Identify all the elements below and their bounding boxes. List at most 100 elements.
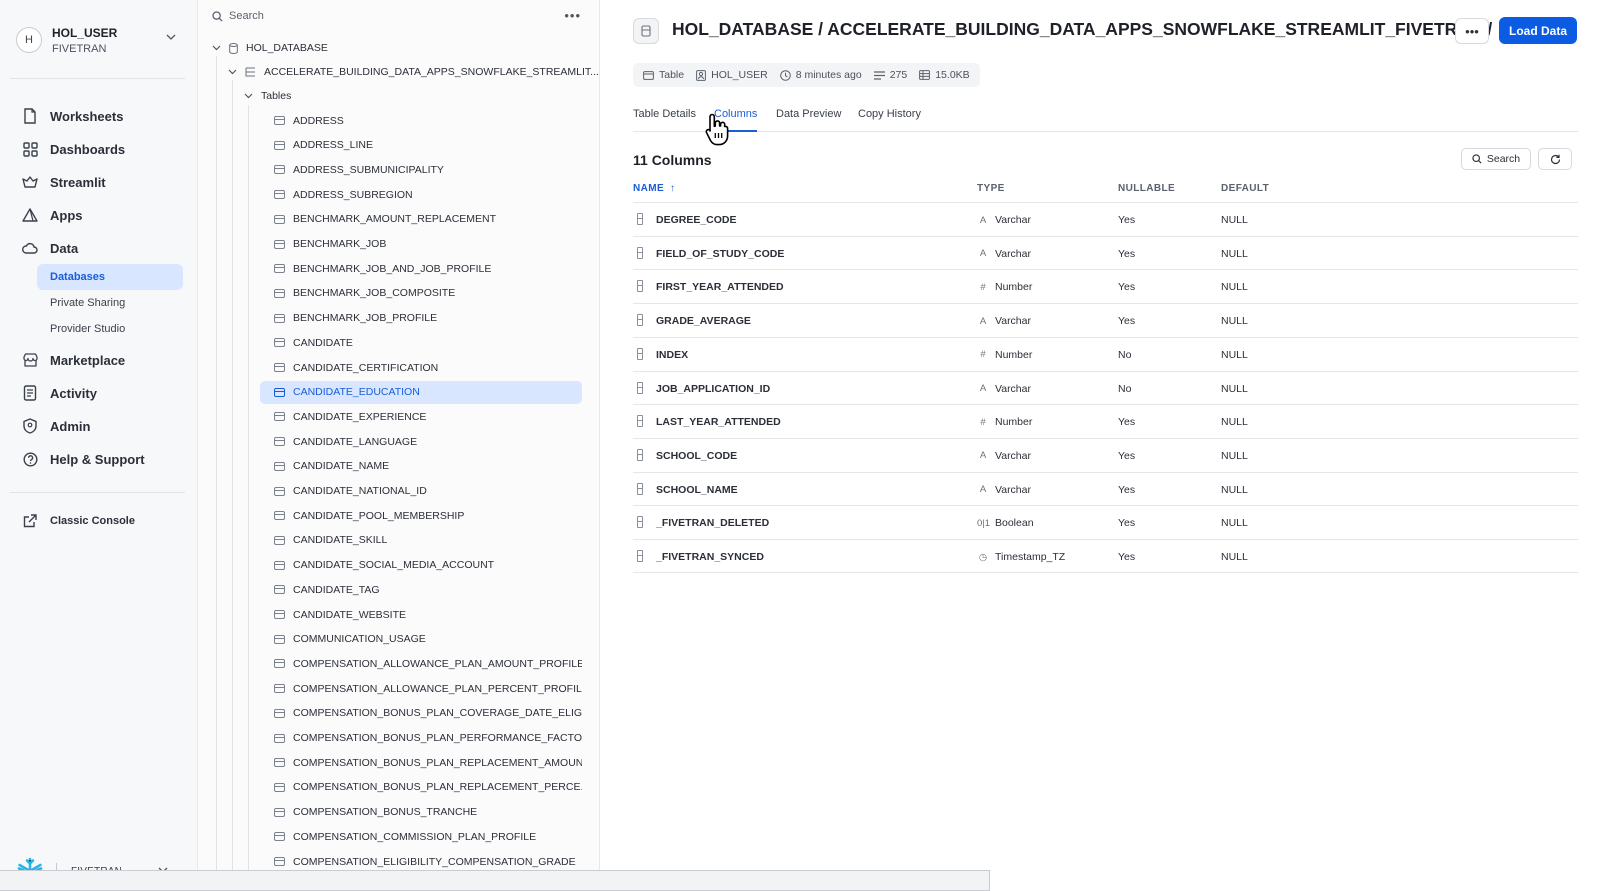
chevron-down-icon[interactable] <box>228 69 237 75</box>
sort-ascending-icon[interactable]: ↑ <box>670 183 675 194</box>
table-row[interactable]: INDEX # Number No NULL <box>633 336 1578 371</box>
tree-table-item[interactable]: BENCHMARK_JOB_PROFILE <box>260 307 582 330</box>
tree-table-item[interactable]: BENCHMARK_JOB <box>260 233 582 256</box>
nav-item-dashboards[interactable]: Dashboards <box>22 136 182 162</box>
nav-item-data[interactable]: Data <box>22 235 182 261</box>
nav-item-apps[interactable]: Apps <box>22 202 182 228</box>
table-icon <box>274 610 285 619</box>
table-row[interactable]: LAST_YEAR_ATTENDED # Number Yes NULL <box>633 404 1578 438</box>
tree-tables-folder[interactable]: Tables <box>244 85 291 107</box>
header-nullable[interactable]: NULLABLE <box>1118 183 1175 194</box>
tab-data-preview[interactable]: Data Preview <box>776 108 841 132</box>
drag-handle-icon[interactable] <box>637 381 643 394</box>
table-icon <box>274 782 285 792</box>
tree-schema[interactable]: ACCELERATE_BUILDING_DATA_APPS_SNOWFLAKE_… <box>228 61 599 83</box>
tree-table-label: CANDIDATE_EDUCATION <box>293 386 420 399</box>
load-data-button[interactable]: Load Data <box>1499 17 1577 44</box>
table-row[interactable]: _FIVETRAN_DELETED 0|1 Boolean Yes NULL <box>633 505 1578 539</box>
tree-table-item[interactable]: ADDRESS_SUBREGION <box>260 183 582 206</box>
table-row[interactable]: FIELD_OF_STUDY_CODE A Varchar Yes NULL <box>633 235 1578 270</box>
tree-table-label: CANDIDATE_NATIONAL_ID <box>293 485 427 497</box>
meta-updated: 8 minutes ago <box>779 69 862 81</box>
nav-item-marketplace[interactable]: Marketplace <box>22 347 182 373</box>
tree-table-item[interactable]: CANDIDATE_NAME <box>260 455 582 478</box>
tree-table-item[interactable]: ADDRESS_SUBMUNICIPALITY <box>260 158 582 181</box>
tree-table-item[interactable]: BENCHMARK_AMOUNT_REPLACEMENT <box>260 208 582 231</box>
explorer-search-input[interactable]: Search <box>212 6 582 26</box>
column-type-label: Number <box>995 281 1033 294</box>
drag-handle-icon[interactable] <box>637 213 643 225</box>
nav-item-help-support[interactable]: Help & Support <box>22 446 182 472</box>
refresh-button[interactable] <box>1538 148 1572 170</box>
tree-table-item[interactable]: COMMUNICATION_USAGE <box>260 628 582 651</box>
header-name[interactable]: NAME ↑ <box>633 183 675 194</box>
tree-table-item[interactable]: CANDIDATE_CERTIFICATION <box>260 356 582 379</box>
chevron-down-icon[interactable] <box>212 45 221 51</box>
breadcrumb[interactable]: HOL_DATABASE / ACCELERATE_BUILDING_DATA_… <box>672 19 1492 40</box>
nav-item-worksheets[interactable]: Worksheets <box>22 103 182 129</box>
table-icon <box>274 733 285 743</box>
table-icon <box>274 758 285 768</box>
table-row[interactable]: JOB_APPLICATION_ID A Varchar No NULL <box>633 370 1578 405</box>
tree-table-item[interactable]: COMPENSATION_ALLOWANCE_PLAN_PERCENT_PROF… <box>260 677 582 700</box>
tree-table-item[interactable]: ADDRESS <box>260 109 582 132</box>
drag-handle-icon[interactable] <box>637 314 643 327</box>
tree-table-item[interactable]: CANDIDATE_TAG <box>260 578 582 601</box>
tree-table-item[interactable]: CANDIDATE_SKILL <box>260 529 582 552</box>
table-row[interactable]: FIRST_YEAR_ATTENDED # Number Yes NULL <box>633 269 1578 303</box>
classic-console-link[interactable]: Classic Console <box>22 508 182 534</box>
tree-table-item[interactable]: COMPENSATION_COMMISSION_PLAN_PROFILE <box>260 825 582 848</box>
tree-table-item[interactable]: ADDRESS_LINE <box>260 134 582 157</box>
nav-item-admin[interactable]: Admin <box>22 413 182 439</box>
chevron-down-icon[interactable] <box>166 32 176 43</box>
tree-table-item[interactable]: COMPENSATION_BONUS_PLAN_PERFORMANCE_FACT… <box>260 727 582 750</box>
tree-table-item[interactable]: CANDIDATE_NATIONAL_ID <box>260 480 582 503</box>
table-row[interactable]: DEGREE_CODE A Varchar Yes NULL <box>633 202 1578 236</box>
header-default[interactable]: DEFAULT <box>1221 183 1269 194</box>
tree-table-item[interactable]: CANDIDATE <box>260 331 582 354</box>
tree-table-item[interactable]: CANDIDATE_POOL_MEMBERSHIP <box>260 504 582 527</box>
drag-handle-icon[interactable] <box>637 550 643 562</box>
tree-table-item[interactable]: CANDIDATE_EDUCATION <box>260 380 582 404</box>
tree-table-item[interactable]: CANDIDATE_EXPERIENCE <box>260 405 582 428</box>
tree-database[interactable]: HOL_DATABASE <box>212 37 328 59</box>
nav-sub-databases[interactable]: Databases <box>37 264 183 290</box>
drag-handle-icon[interactable] <box>637 482 643 495</box>
tab-copy-history[interactable]: Copy History <box>858 108 921 132</box>
meta-rows-label: 275 <box>889 69 908 81</box>
tree-table-item[interactable]: BENCHMARK_JOB_COMPOSITE <box>260 282 582 305</box>
more-options-icon[interactable]: ••• <box>564 8 581 23</box>
nav-sub-private-sharing[interactable]: Private Sharing <box>37 290 183 316</box>
table-row[interactable]: SCHOOL_NAME A Varchar Yes NULL <box>633 471 1578 506</box>
tree-table-item[interactable]: COMPENSATION_BONUS_TRANCHE <box>260 801 582 824</box>
tree-table-item[interactable]: COMPENSATION_BONUS_PLAN_COVERAGE_DATE_EL… <box>260 702 582 725</box>
chevron-down-icon[interactable] <box>244 93 253 99</box>
tree-table-item[interactable]: COMPENSATION_ALLOWANCE_PLAN_AMOUNT_PROFI… <box>260 652 582 675</box>
user-name: HOL_USER <box>52 25 118 40</box>
drag-handle-icon[interactable] <box>637 280 643 293</box>
drag-handle-icon[interactable] <box>637 347 643 360</box>
column-search-button[interactable]: Search <box>1461 148 1531 170</box>
nav-sub-provider-studio[interactable]: Provider Studio <box>37 316 183 342</box>
drag-handle-icon[interactable] <box>637 448 643 461</box>
tree-table-item[interactable]: BENCHMARK_JOB_AND_JOB_PROFILE <box>260 257 582 280</box>
tree-table-item[interactable]: CANDIDATE_WEBSITE <box>260 603 582 626</box>
drag-handle-icon[interactable] <box>637 516 643 529</box>
tree-table-item[interactable]: CANDIDATE_LANGUAGE <box>260 430 582 453</box>
drag-handle-icon[interactable] <box>637 246 643 259</box>
drag-handle-icon[interactable] <box>637 415 643 428</box>
tree-table-item[interactable]: CANDIDATE_SOCIAL_MEDIA_ACCOUNT <box>260 554 582 577</box>
user-menu[interactable]: H HOL_USER FIVETRAN <box>16 20 184 60</box>
tab-table-details[interactable]: Table Details <box>633 108 696 132</box>
header-type[interactable]: TYPE <box>977 183 1005 194</box>
tree-table-item[interactable]: COMPENSATION_BONUS_PLAN_REPLACEMENT_AMOU… <box>260 751 582 774</box>
table-header: NAME ↑ TYPE NULLABLE DEFAULT <box>633 180 1578 202</box>
table-row[interactable]: GRADE_AVERAGE A Varchar Yes NULL <box>633 303 1578 337</box>
more-actions-button[interactable]: ••• <box>1455 18 1489 44</box>
table-row[interactable]: SCHOOL_CODE A Varchar Yes NULL <box>633 437 1578 472</box>
column-type: A Varchar <box>977 484 1031 496</box>
nav-item-activity[interactable]: Activity <box>22 380 182 406</box>
table-row[interactable]: _FIVETRAN_SYNCED ◷ Timestamp_TZ Yes NULL <box>633 539 1578 573</box>
nav-item-streamlit[interactable]: Streamlit <box>22 169 182 195</box>
tree-table-item[interactable]: COMPENSATION_BONUS_PLAN_REPLACEMENT_PERC… <box>260 776 582 799</box>
